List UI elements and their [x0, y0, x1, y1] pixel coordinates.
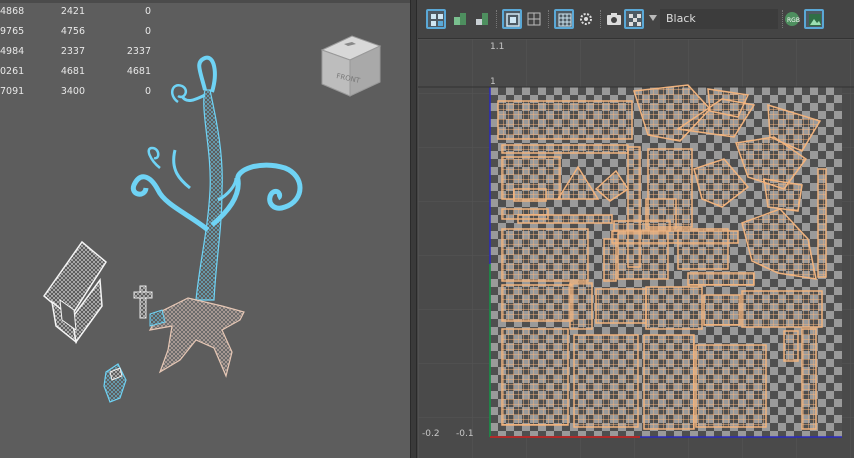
small-post-mesh[interactable] [103, 363, 127, 403]
v-tick-1-1: 1.1 [490, 42, 504, 52]
perspective-viewport[interactable]: 4868 2421 0 9765 4756 0 4984 2337 2337 0… [0, 0, 410, 458]
panel-splitter[interactable] [410, 0, 417, 458]
u-tick-neg-0-1: -0.1 [456, 429, 474, 439]
uv-flip-icon[interactable] [472, 9, 492, 29]
uv-component-icon[interactable] [450, 9, 470, 29]
uv-editor-toolbar: Black RGB [418, 0, 854, 39]
grid-snap-icon[interactable] [524, 9, 544, 29]
signpost-mesh[interactable] [133, 285, 166, 327]
grid-display-icon[interactable] [502, 9, 522, 29]
svg-text:RGB: RGB [787, 17, 800, 24]
chevron-down-icon[interactable] [649, 15, 657, 21]
uv-shell-icon[interactable] [426, 9, 446, 29]
snapshot-icon[interactable] [604, 9, 624, 29]
tree-mesh[interactable] [130, 55, 303, 378]
toolbar-divider [548, 10, 551, 28]
toolbar-divider [600, 10, 603, 28]
uv-layout[interactable]: 1.1 1 -0.2 -0.1 [418, 39, 854, 458]
v-tick-1: 1 [490, 77, 496, 87]
texture-checker-icon[interactable] [624, 9, 644, 29]
uv-editor-panel: Black RGB 1.1 1 -0.2 -0.1 [418, 0, 854, 458]
rgb-channel-icon[interactable]: RGB [782, 9, 802, 29]
scene-meshes[interactable] [0, 0, 410, 458]
uv-background-color-field[interactable]: Black [660, 9, 778, 29]
uv-canvas[interactable]: 1.1 1 -0.2 -0.1 [418, 39, 854, 458]
toolbar-divider [496, 10, 499, 28]
uv-distortion-icon[interactable] [576, 9, 596, 29]
image-display-icon[interactable] [804, 9, 824, 29]
shed-mesh[interactable] [42, 240, 107, 344]
checker-display-icon[interactable] [554, 9, 574, 29]
u-tick-neg-0-2: -0.2 [422, 429, 440, 439]
